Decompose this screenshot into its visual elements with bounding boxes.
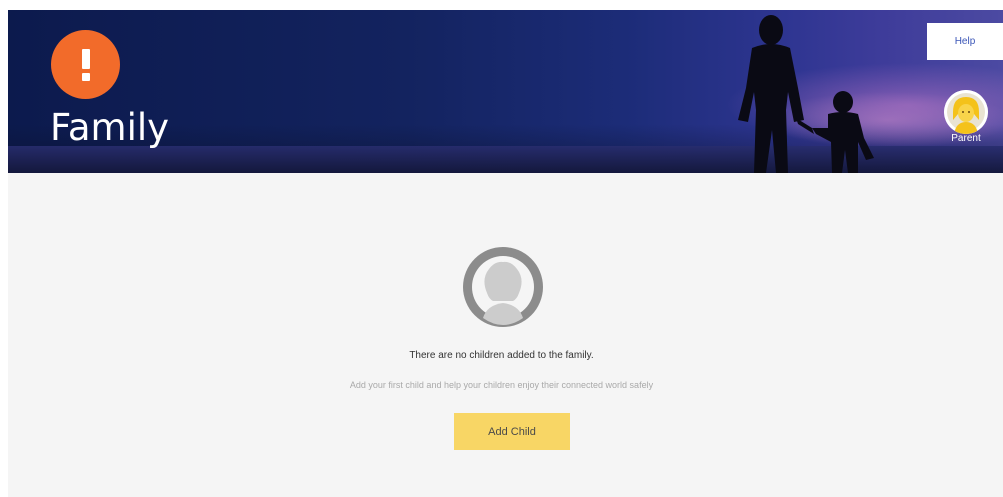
help-button[interactable]: Help xyxy=(927,23,1003,60)
alert-badge xyxy=(51,30,120,99)
add-child-button[interactable]: Add Child xyxy=(454,413,570,450)
child-avatar-icon xyxy=(463,247,543,327)
parent-avatar-icon xyxy=(944,90,988,134)
parent-avatar[interactable] xyxy=(944,90,988,134)
empty-state-subtitle: Add your first child and help your child… xyxy=(349,380,654,390)
page-title: Family xyxy=(50,106,170,149)
child-avatar-placeholder xyxy=(461,245,545,329)
empty-state-title: There are no children added to the famil… xyxy=(409,350,594,361)
parent-label[interactable]: Parent xyxy=(940,133,992,144)
exclamation-icon xyxy=(81,48,90,81)
parent-child-silhouette-image xyxy=(738,15,874,173)
family-banner: Family Help Parent xyxy=(8,10,1003,173)
